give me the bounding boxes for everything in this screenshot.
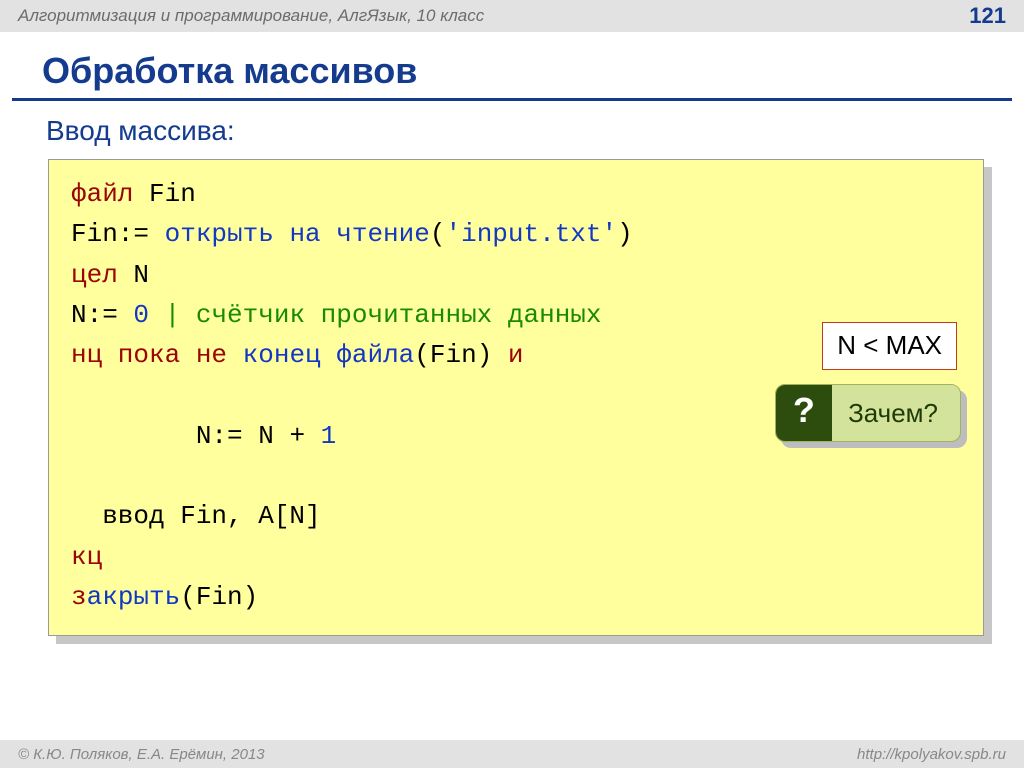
condition-box: N < MAX: [822, 322, 957, 370]
number-literal: 0: [133, 300, 149, 330]
keyword-and: и: [508, 340, 524, 370]
keyword-file: файл: [71, 179, 133, 209]
page-number: 121: [969, 3, 1006, 29]
number-literal: 1: [321, 421, 337, 451]
code-line-3: цел N: [71, 255, 961, 295]
code-line-8: кц: [71, 537, 961, 577]
callout-text: Зачем?: [832, 385, 960, 441]
code-line-7: ввод Fin, A[N]: [71, 496, 961, 536]
builtin-close: акрыть: [87, 582, 181, 612]
code-panel: файл Fin Fin:= открыть на чтение('input.…: [48, 159, 984, 636]
header-title: Алгоритмизация и программирование, АлгЯз…: [18, 6, 484, 26]
footer-bar: © К.Ю. Поляков, Е.А. Ерёмин, 2013 http:/…: [0, 740, 1024, 768]
string-literal: 'input.txt': [445, 219, 617, 249]
page-title: Обработка массивов: [12, 32, 1012, 101]
keyword-loop: нц пока не: [71, 340, 227, 370]
builtin-open: открыть на чтение: [165, 219, 430, 249]
code-panel-body: файл Fin Fin:= открыть на чтение('input.…: [48, 159, 984, 636]
header-bar: Алгоритмизация и программирование, АлгЯз…: [0, 0, 1024, 32]
code-line-2: Fin:= открыть на чтение('input.txt'): [71, 214, 961, 254]
code-line-1: файл Fin: [71, 174, 961, 214]
callout-body: ? Зачем?: [775, 384, 961, 442]
comment: | счётчик прочитанных данных: [149, 300, 601, 330]
builtin-eof: конец файла: [243, 340, 415, 370]
question-mark-icon: ?: [776, 385, 832, 441]
section-subtitle: Ввод массива:: [0, 111, 1024, 159]
callout: ? Зачем?: [775, 384, 961, 442]
footer-copyright: © К.Ю. Поляков, Е.А. Ерёмин, 2013: [18, 746, 265, 763]
code-line-9: закрыть(Fin): [71, 577, 961, 617]
footer-url: http://kpolyakov.spb.ru: [857, 746, 1006, 763]
keyword-int: цел: [71, 260, 118, 290]
